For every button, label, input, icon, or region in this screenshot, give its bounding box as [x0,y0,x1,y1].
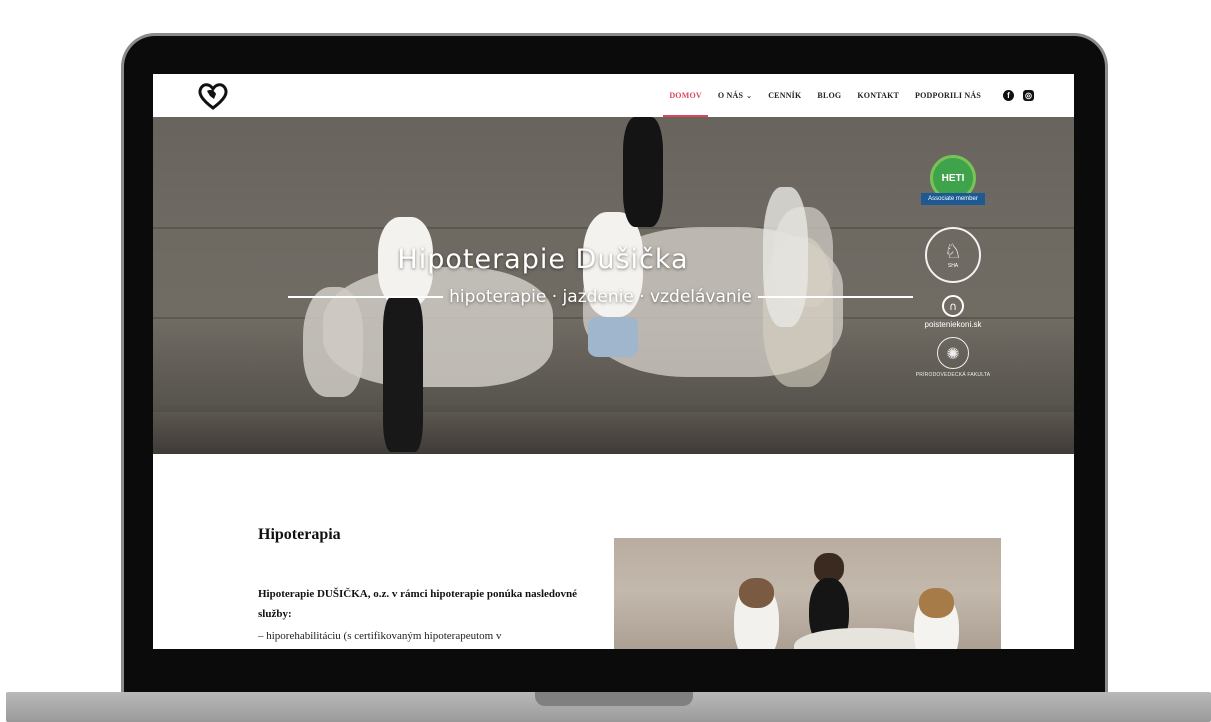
person-shape [623,117,663,227]
hero-subtitle: hipoterapie · jazdenie · vzdelávanie [449,287,752,307]
nav-item-blog[interactable]: BLOG [817,74,841,117]
nav-label: KONTAKT [857,91,900,100]
therapy-photo [614,538,1001,649]
nav-label: DOMOV [669,91,702,100]
hero-title: Hipoterapie Dušička [397,244,689,275]
browser-screen: DOMOV O NÁS ⌄ CENNÍK BLOG KONTAKT PODPORI… [153,74,1074,649]
chevron-down-icon: ⌄ [746,91,753,100]
divider-line [757,296,914,298]
arena-floor [153,412,1074,454]
nav-label: CENNÍK [768,91,802,100]
heti-badge[interactable]: HETI Associate member [921,155,985,217]
nav-label: O NÁS [717,91,744,100]
section-title: Hipoterapia [258,526,341,543]
divider-line [288,296,444,298]
sha-badge[interactable]: ♘ SHA [925,227,981,283]
facebook-icon[interactable]: f [1003,90,1014,101]
laptop-notch [535,692,693,706]
hero-subtitle-row: hipoterapie · jazdenie · vzdelávanie [288,287,914,307]
social-links: f ◎ [1003,90,1034,101]
sha-horse-icon: ♘ [944,239,962,263]
fakulta-badge[interactable]: ✺ PRÍRODOVEDECKÁ FAKULTA [916,337,991,378]
partner-badges: HETI Associate member ♘ SHA ∩ poisteniek… [913,155,993,378]
laptop-mockup: DOMOV O NÁS ⌄ CENNÍK BLOG KONTAKT PODPORI… [0,0,1211,722]
services-list-item: – hiporehabilitáciu (s certifikovaným hi… [258,630,502,642]
person-shape [588,317,638,357]
horseshoe-icon: ∩ [941,295,964,317]
poistenie-label: poisteniekoni.sk [924,320,982,329]
nav-item-cennik[interactable]: CENNÍK [768,74,801,117]
poistenie-badge[interactable]: ∩ poisteniekoni.sk [924,295,982,329]
fakulta-label: PRÍRODOVEDECKÁ FAKULTA [915,372,991,378]
heart-horse-logo-icon[interactable] [197,82,229,110]
site-header: DOMOV O NÁS ⌄ CENNÍK BLOG KONTAKT PODPORI… [153,74,1074,117]
photo-person-shape [919,588,954,618]
nav-item-o-nas[interactable]: O NÁS ⌄ [718,74,752,117]
content-section: Hipoterapia Hipoterapie DUŠIČKA, o.z. v … [153,454,1074,649]
photo-person-shape [739,578,774,608]
heti-ribbon: Associate member [921,193,985,205]
nav-label: PODPORILI NÁS [915,91,981,100]
nav-label: BLOG [817,91,842,100]
sha-label: SHA [947,263,959,269]
person-shape [383,297,423,452]
nav-item-podporili-nas[interactable]: PODPORILI NÁS [915,74,981,117]
main-nav: DOMOV O NÁS ⌄ CENNÍK BLOG KONTAKT PODPORI… [663,74,1034,117]
hero-banner: Hipoterapie Dušička hipoterapie · jazden… [153,117,1074,454]
instagram-icon[interactable]: ◎ [1023,90,1034,101]
university-seal-icon: ✺ [936,337,969,369]
nav-item-kontakt[interactable]: KONTAKT [857,74,899,117]
nav-item-domov[interactable]: DOMOV [663,74,708,117]
section-intro: Hipoterapie DUŠIČKA, o.z. v rámci hipote… [258,588,578,620]
